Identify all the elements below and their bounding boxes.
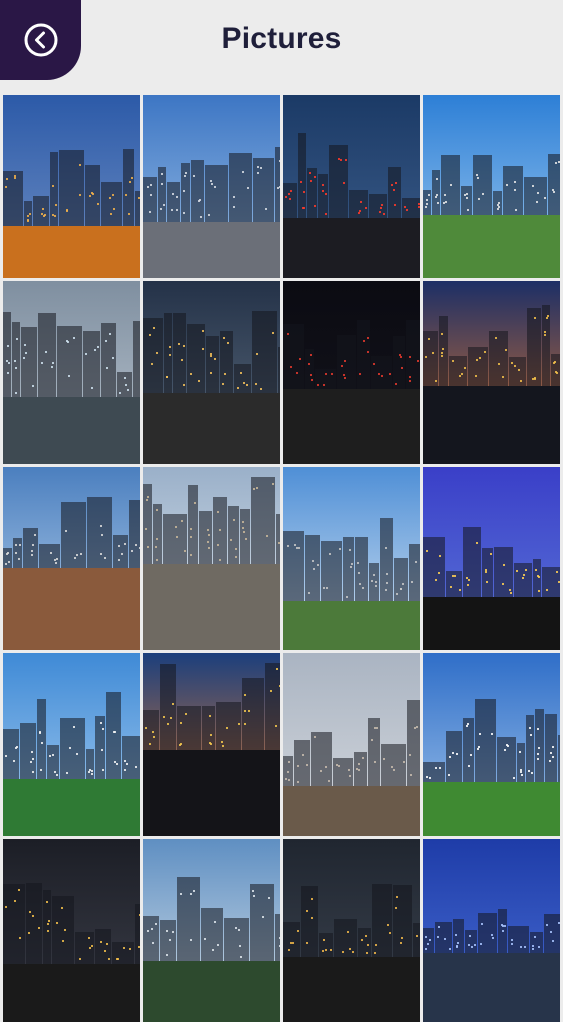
photo-rocky-mountain-valley[interactable] xyxy=(143,839,280,1022)
photo-skyline-lake[interactable] xyxy=(283,467,420,650)
photo-skyline-night-far[interactable] xyxy=(3,839,140,1022)
photo-stadium-arena[interactable] xyxy=(143,467,280,650)
photo-skyline-night-lights[interactable] xyxy=(283,839,420,1022)
photo-skyline-sunset[interactable] xyxy=(423,281,560,464)
photo-grid xyxy=(3,95,560,1022)
photo-downtown-aerial-day[interactable] xyxy=(3,467,140,650)
photo-mountains-park-lake[interactable] xyxy=(3,653,140,836)
photo-blue-glass-tower[interactable] xyxy=(423,839,560,1022)
photo-white-temple[interactable] xyxy=(423,653,560,836)
photo-highway-light-trails[interactable] xyxy=(283,95,420,278)
photo-city-building-night[interactable] xyxy=(283,281,420,464)
photo-skyline-night-blue[interactable] xyxy=(423,467,560,650)
app-header: Pictures xyxy=(0,0,563,90)
photo-glass-skyscrapers-day[interactable] xyxy=(143,95,280,278)
photo-city-aerial-haze[interactable] xyxy=(283,653,420,836)
photo-skyline-orange-sunset[interactable] xyxy=(143,653,280,836)
photo-city-park-skyline[interactable] xyxy=(423,95,560,278)
photo-street-night-lights[interactable] xyxy=(143,281,280,464)
photo-downtown-towers-dusk[interactable] xyxy=(3,95,140,278)
photo-glass-office-building[interactable] xyxy=(3,281,140,464)
page-title: Pictures xyxy=(221,22,342,55)
